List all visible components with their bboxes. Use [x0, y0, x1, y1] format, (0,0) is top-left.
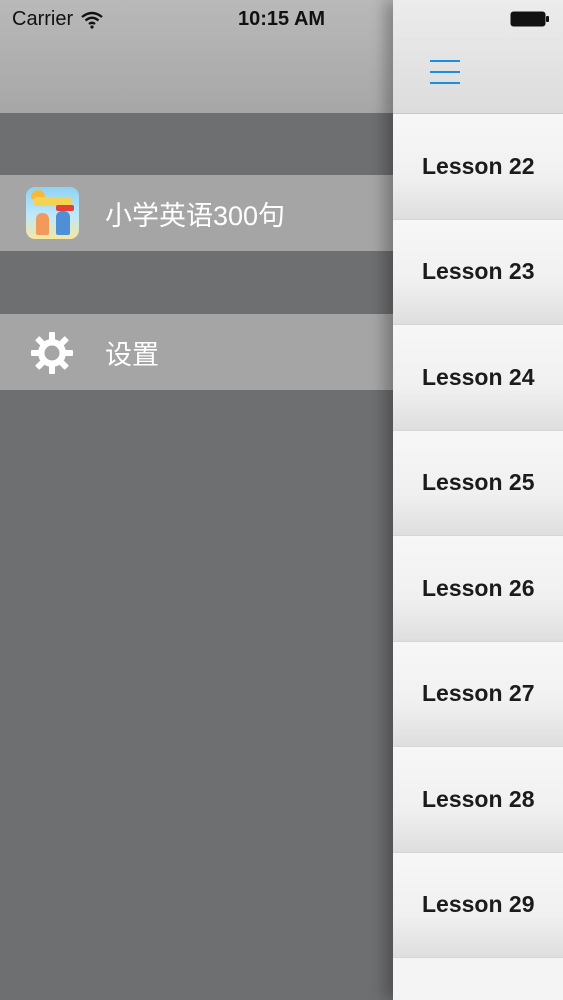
side-drawer: Carrier 10:15 AM 小学英语300句 设置 [0, 0, 393, 1000]
drawer-item-settings[interactable]: 设置 [0, 314, 393, 390]
drawer-item-label: 设置 [105, 339, 159, 370]
drawer-item-app[interactable]: 小学英语300句 [0, 175, 393, 251]
status-time: 10:15 AM [238, 8, 326, 30]
lesson-row[interactable]: Lesson 27 [393, 641, 563, 747]
lesson-panel: Lesson 22 Lesson 23 Lesson 24 Lesson 25 … [393, 0, 563, 1000]
lesson-row[interactable]: Lesson 29 [393, 852, 563, 958]
lesson-list: Lesson 22 Lesson 23 Lesson 24 Lesson 25 … [393, 114, 563, 958]
nav-bar [393, 0, 563, 114]
battery-icon [510, 11, 549, 27]
lesson-row[interactable]: Lesson 23 [393, 219, 563, 325]
lesson-row[interactable]: Lesson 22 [393, 114, 563, 220]
drawer-header: Carrier 10:15 AM [0, 0, 393, 113]
lesson-row[interactable]: Lesson 28 [393, 747, 563, 853]
carrier-label: Carrier [12, 8, 74, 30]
hamburger-icon[interactable] [430, 60, 460, 86]
wifi-icon [81, 11, 103, 29]
lesson-row[interactable]: Lesson 24 [393, 325, 563, 431]
lesson-row[interactable]: Lesson 25 [393, 430, 563, 536]
app-icon [26, 187, 79, 239]
status-carrier: Carrier [12, 8, 103, 31]
gear-icon [31, 332, 73, 374]
lesson-row[interactable]: Lesson 26 [393, 536, 563, 642]
drawer-item-label: 小学英语300句 [105, 200, 286, 231]
